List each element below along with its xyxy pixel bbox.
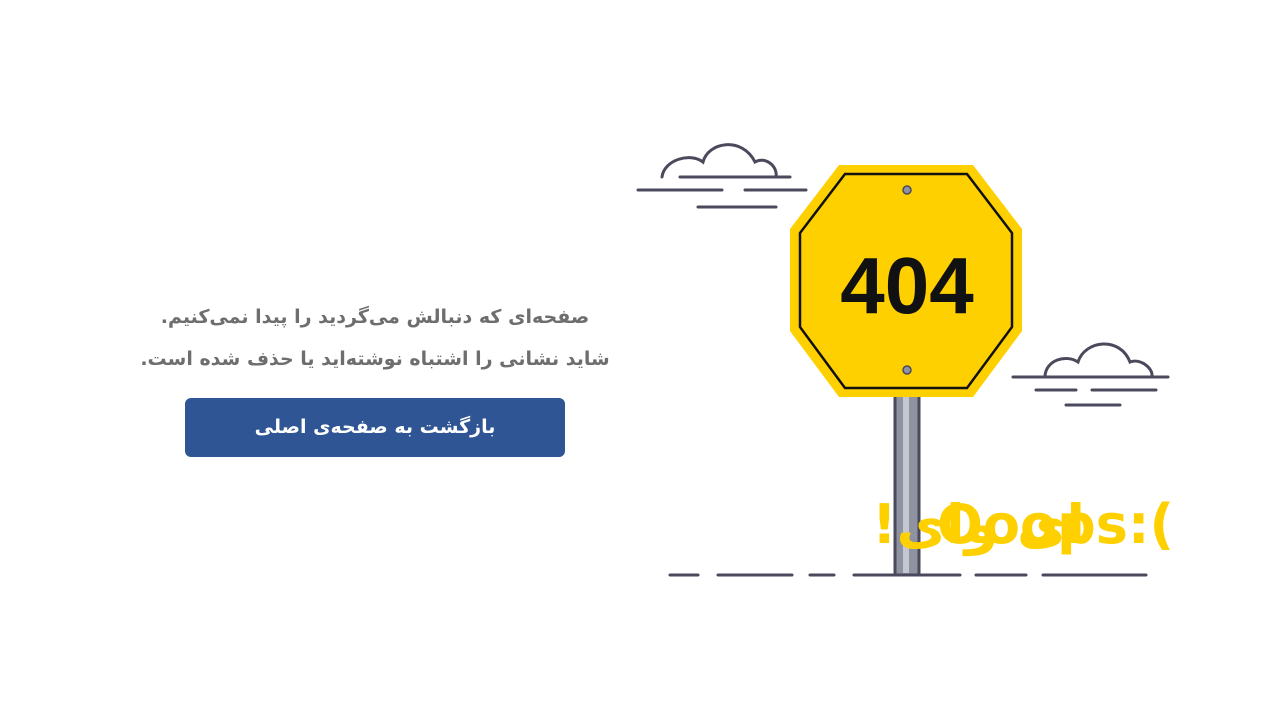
caption-english: Ooops:( — [937, 493, 1174, 556]
stop-sign-icon: 404 — [790, 165, 1022, 397]
404-illustration: 404 ای وای! Ooops:( — [636, 143, 1174, 577]
error-404-page: صفحه‌ای که دنبالش می‌گردید را پیدا نمی‌ک… — [0, 0, 1280, 720]
cloud-icon — [1011, 342, 1170, 407]
error-code: 404 — [840, 241, 974, 330]
cloud-icon — [636, 143, 808, 209]
